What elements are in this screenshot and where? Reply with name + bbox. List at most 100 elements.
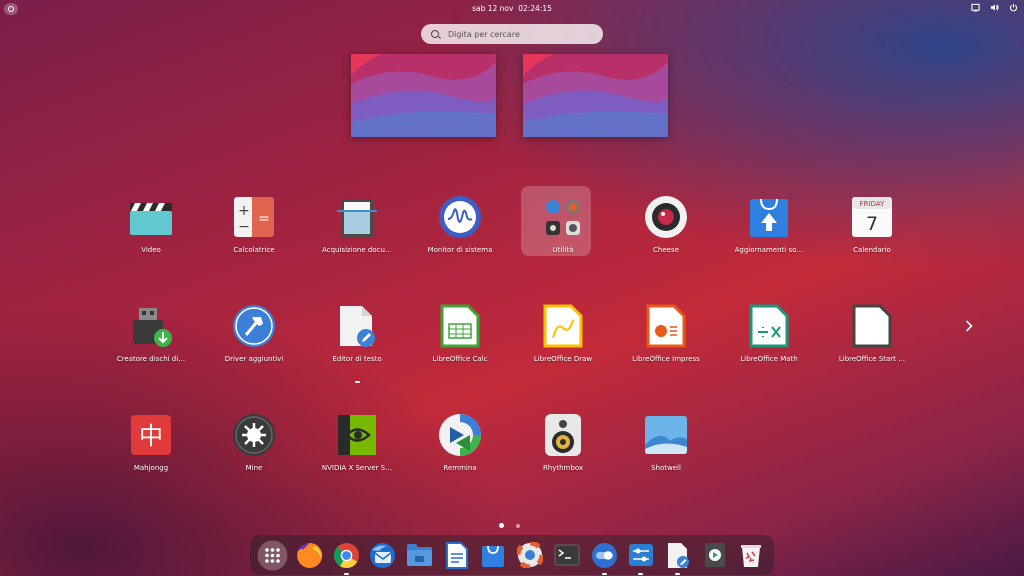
- app-system-monitor[interactable]: Monitor di sistema: [412, 186, 508, 268]
- dock-chrome[interactable]: [331, 540, 362, 575]
- app-text-editor[interactable]: Editor di testo: [309, 295, 405, 383]
- search-input[interactable]: [446, 28, 590, 40]
- text-editor-icon: [334, 303, 380, 349]
- search-bar[interactable]: [421, 24, 603, 44]
- app-libreoffice-start[interactable]: LibreOffice Start …: [824, 295, 920, 377]
- nvidia-icon: [334, 412, 380, 458]
- app-label: LibreOffice Calc: [432, 355, 488, 363]
- disk-usage-icon: [704, 543, 725, 567]
- dock-software-store[interactable]: [478, 540, 509, 571]
- app-label: Mine: [245, 464, 263, 472]
- app-remmina[interactable]: Remmina: [412, 404, 508, 486]
- app-label: Rhythmbox: [542, 464, 584, 472]
- app-label: Editor di testo: [332, 355, 382, 363]
- app-video[interactable]: Video: [103, 186, 199, 268]
- volume-icon[interactable]: [990, 3, 999, 12]
- firefox-icon: [296, 542, 322, 568]
- system-monitor-icon: [437, 194, 483, 240]
- driver-icon: [231, 303, 277, 349]
- app-additional-drivers[interactable]: Driver aggiuntivi: [206, 295, 302, 377]
- app-label: Driver aggiuntivi: [224, 355, 284, 363]
- app-calculator[interactable]: + − = Calcolatrice: [206, 186, 302, 268]
- app-libreoffice-impress[interactable]: LibreOffice Impress: [618, 295, 714, 377]
- app-label: Remmina: [443, 464, 477, 472]
- libreoffice-start-icon: [849, 303, 895, 349]
- calendar-date: 7: [866, 213, 878, 235]
- page-dot-active[interactable]: [499, 523, 504, 528]
- app-label: Acquisizione docu…: [322, 246, 392, 254]
- app-shotwell[interactable]: Shotwell: [618, 404, 714, 486]
- system-tray[interactable]: [971, 3, 1018, 12]
- libreoffice-math-icon: [746, 303, 792, 349]
- dock-trash[interactable]: [736, 540, 767, 571]
- workspace-thumbnail-2[interactable]: [523, 54, 668, 137]
- next-page-arrow-icon[interactable]: [965, 320, 973, 336]
- app-label: Creatore dischi di…: [116, 355, 186, 363]
- app-software-updater[interactable]: Aggiornamenti so…: [721, 186, 817, 268]
- dock-help[interactable]: [515, 540, 546, 571]
- software-updater-icon: [746, 194, 792, 240]
- app-mines[interactable]: Mine: [206, 404, 302, 486]
- top-bar: sab 12 nov 02:24:15: [0, 0, 1024, 18]
- app-label: Utilità: [552, 246, 574, 254]
- dock-files[interactable]: [404, 540, 435, 571]
- app-label: Shotwell: [651, 464, 681, 472]
- app-rhythmbox[interactable]: Rhythmbox: [515, 404, 611, 486]
- app-libreoffice-draw[interactable]: LibreOffice Draw: [515, 295, 611, 377]
- text-editor-icon: [667, 542, 689, 568]
- remmina-icon: [437, 412, 483, 458]
- page-dot[interactable]: [516, 523, 520, 528]
- app-mahjongg[interactable]: 中 Mahjongg: [103, 404, 199, 486]
- app-cheese[interactable]: Cheese: [618, 186, 714, 268]
- app-label: LibreOffice Start …: [838, 355, 906, 363]
- app-libreoffice-math[interactable]: LibreOffice Math: [721, 295, 817, 377]
- app-label: Video: [141, 246, 161, 254]
- thunderbird-icon: [370, 542, 396, 568]
- app-document-scanner[interactable]: Acquisizione docu…: [309, 186, 405, 268]
- app-label: LibreOffice Impress: [632, 355, 700, 363]
- settings-icon: [628, 544, 653, 566]
- app-calendar[interactable]: FRIDAY 7 Calendario: [824, 186, 920, 268]
- app-folder-utilities[interactable]: Utilità: [515, 186, 611, 268]
- app-nvidia-settings[interactable]: NVIDIA X Server S…: [309, 404, 405, 486]
- dock-toggle-app[interactable]: [589, 540, 620, 575]
- workspace-thumbnail-1[interactable]: [351, 54, 496, 137]
- libreoffice-draw-icon: [540, 303, 586, 349]
- app-label: NVIDIA X Server S…: [321, 464, 393, 472]
- dock-firefox[interactable]: [294, 540, 325, 571]
- dock: [250, 535, 774, 575]
- svg-text:−: −: [238, 219, 250, 235]
- software-store-icon: [482, 545, 505, 567]
- libreoffice-writer-icon: [445, 541, 468, 569]
- scanner-icon: [334, 194, 380, 240]
- trash-icon: [741, 545, 762, 567]
- svg-text:=: =: [258, 211, 270, 227]
- dock-settings[interactable]: [625, 540, 656, 575]
- calendar-icon: FRIDAY 7: [849, 194, 895, 240]
- dock-disk-usage[interactable]: [699, 540, 730, 571]
- app-label: Calendario: [853, 246, 891, 254]
- power-icon[interactable]: [1009, 3, 1018, 12]
- usb-creator-icon: [128, 303, 174, 349]
- app-label: LibreOffice Math: [740, 355, 798, 363]
- app-label: LibreOffice Draw: [533, 355, 593, 363]
- running-indicator: [638, 572, 644, 575]
- dock-thunderbird[interactable]: [367, 540, 398, 571]
- dock-libreoffice-writer[interactable]: [441, 540, 472, 571]
- shotwell-icon: [643, 412, 689, 458]
- dock-terminal[interactable]: [552, 540, 583, 571]
- calendar-day: FRIDAY: [860, 200, 885, 208]
- dock-show-apps[interactable]: [257, 540, 288, 571]
- mahjongg-icon: 中: [128, 412, 174, 458]
- app-libreoffice-calc[interactable]: LibreOffice Calc: [412, 295, 508, 377]
- dock-text-editor[interactable]: [662, 540, 693, 575]
- running-indicator: [675, 572, 681, 575]
- page-indicator: [499, 523, 520, 528]
- screen-icon[interactable]: [971, 3, 980, 12]
- help-icon: [517, 542, 544, 568]
- mahjongg-glyph: 中: [139, 422, 163, 450]
- libreoffice-calc-icon: [437, 303, 483, 349]
- clock[interactable]: sab 12 nov 02:24:15: [0, 4, 1024, 13]
- app-usb-creator[interactable]: Creatore dischi di…: [103, 295, 199, 377]
- running-indicator: [601, 572, 607, 575]
